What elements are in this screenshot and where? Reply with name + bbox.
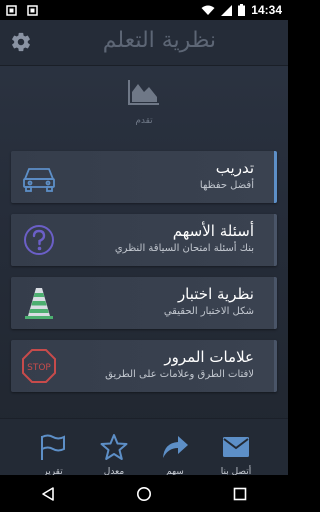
card-training[interactable]: تدريب أفضل حفظها xyxy=(11,151,277,203)
mail-icon xyxy=(223,437,249,457)
card-title: أسئلة الأسهم xyxy=(172,222,254,240)
svg-text:STOP: STOP xyxy=(27,363,51,373)
share-icon xyxy=(163,436,188,458)
gear-icon[interactable] xyxy=(10,31,32,53)
cone-icon xyxy=(25,288,53,319)
card-title: نظرية اختبار xyxy=(177,285,254,303)
status-bar: 14:34 xyxy=(0,0,288,20)
app-header: نظرية التعلم xyxy=(0,20,288,66)
card-subtitle: لافتات الطرق وعلامات على الطريق xyxy=(105,369,254,380)
back-icon[interactable] xyxy=(40,486,56,502)
card-title: علامات المرور xyxy=(164,348,254,366)
star-icon xyxy=(100,434,128,460)
card-subtitle: بنك أسئلة امتحان السياقة النظري xyxy=(114,243,254,254)
card-subtitle: شكل الاختبار الحقيقي xyxy=(163,306,254,317)
car-icon xyxy=(23,168,55,192)
card-exam[interactable]: نظرية اختبار شكل الاختبار الحقيقي xyxy=(11,277,277,329)
card-traffic-signs[interactable]: STOP علامات المرور لافتات الطرق وعلامات … xyxy=(11,340,277,392)
signal-icon xyxy=(221,4,233,16)
progress-label: تقدم xyxy=(135,116,153,126)
home-icon[interactable] xyxy=(136,486,152,502)
progress-button[interactable]: تقدم xyxy=(0,76,288,136)
card-title: تدريب xyxy=(215,159,254,177)
question-icon xyxy=(24,225,54,255)
flag-icon xyxy=(41,434,65,460)
status-time: 14:34 xyxy=(251,3,282,17)
app-screen: نظرية التعلم تقدم تدريب أفضل حفظها أسئلة… xyxy=(0,20,288,495)
status-right: 14:34 xyxy=(201,3,282,17)
card-subtitle: أفضل حفظها xyxy=(199,180,254,191)
system-nav-bar xyxy=(0,475,288,512)
wifi-icon xyxy=(201,5,215,15)
app-title: نظرية التعلم xyxy=(102,28,216,53)
status-left xyxy=(6,4,38,16)
notification-icon xyxy=(6,4,17,16)
card-questions[interactable]: أسئلة الأسهم بنك أسئلة امتحان السياقة ال… xyxy=(11,214,277,266)
area-chart-icon xyxy=(128,80,159,105)
notification-icon xyxy=(27,4,38,16)
stop-sign-icon: STOP xyxy=(22,349,56,383)
recents-icon[interactable] xyxy=(232,486,248,502)
battery-icon xyxy=(238,4,246,16)
